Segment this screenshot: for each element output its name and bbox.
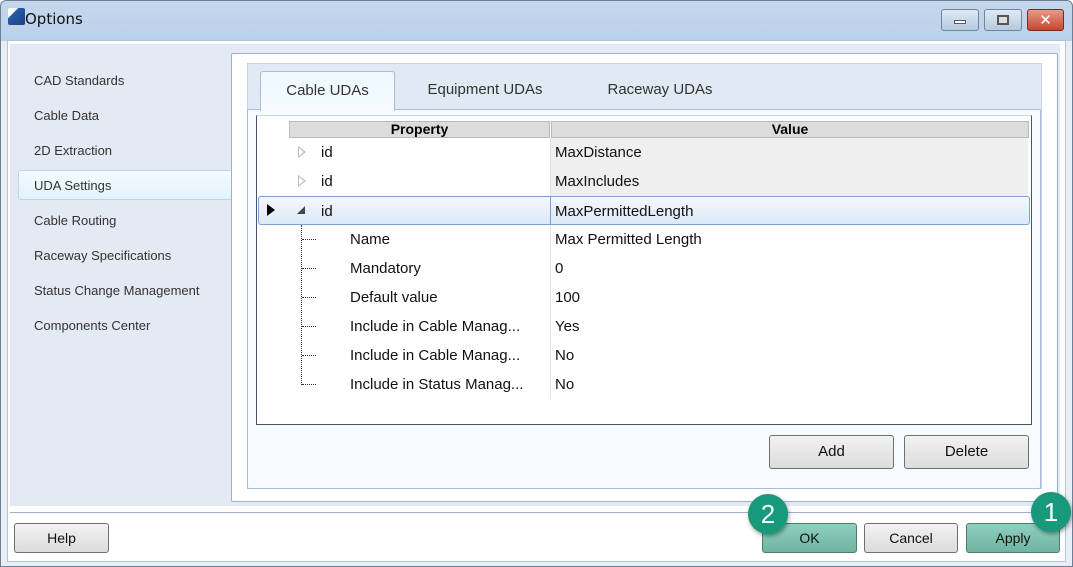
minimize-button[interactable] <box>941 9 979 31</box>
table-row[interactable]: id MaxIncludes <box>258 167 1030 196</box>
minimize-icon <box>954 20 966 24</box>
delete-button[interactable]: Delete <box>904 435 1029 469</box>
child-value: 0 <box>555 260 564 277</box>
sidebar-item-uda-settings[interactable]: UDA Settings <box>34 178 111 193</box>
row-property: id <box>321 203 333 220</box>
table-row-selected[interactable]: id MaxPermittedLength <box>258 196 1030 225</box>
row-value: MaxPermittedLength <box>555 203 694 220</box>
sidebar-item-cad-standards[interactable]: CAD Standards <box>34 73 124 88</box>
sidebar-item-components-center[interactable]: Components Center <box>34 318 150 333</box>
current-row-indicator-icon <box>267 204 275 216</box>
child-property: Mandatory <box>350 260 421 277</box>
child-property: Include in Status Manag... <box>350 376 524 393</box>
column-header-property[interactable]: Property <box>289 121 550 138</box>
sidebar-item-cable-data[interactable]: Cable Data <box>34 108 99 123</box>
table-row[interactable]: id MaxDistance <box>258 138 1030 167</box>
expand-icon[interactable] <box>298 146 306 158</box>
child-row[interactable]: Mandatory 0 <box>258 254 1030 283</box>
collapse-icon[interactable] <box>297 206 305 214</box>
step-badge-ok: 2 <box>748 494 788 534</box>
window-title: Options <box>25 10 83 28</box>
child-row[interactable]: Include in Cable Manag... No <box>258 341 1030 370</box>
expand-icon[interactable] <box>298 175 306 187</box>
app-icon <box>8 8 25 25</box>
help-button[interactable]: Help <box>14 523 109 553</box>
divider <box>10 512 1060 513</box>
child-property: Default value <box>350 289 438 306</box>
child-value: Max Permitted Length <box>555 231 702 248</box>
maximize-button[interactable] <box>984 9 1022 31</box>
sidebar-item-2d-extraction[interactable]: 2D Extraction <box>34 143 112 158</box>
tab-raceway-udas[interactable]: Raceway UDAs <box>585 71 735 111</box>
row-property: id <box>321 144 333 161</box>
row-value: MaxDistance <box>555 144 642 161</box>
tab-equipment-udas[interactable]: Equipment UDAs <box>410 71 560 111</box>
child-row[interactable]: Include in Status Manag... No <box>258 370 1030 399</box>
row-property: id <box>321 173 333 190</box>
child-value: No <box>555 347 575 364</box>
child-value: 100 <box>555 289 581 306</box>
sidebar-item-raceway-specifications[interactable]: Raceway Specifications <box>34 248 171 263</box>
child-property: Include in Cable Manag... <box>350 347 521 364</box>
cancel-button[interactable]: Cancel <box>864 523 958 553</box>
child-row[interactable]: Default value 100 <box>258 283 1030 312</box>
close-icon: ✕ <box>1039 11 1052 29</box>
child-value: Yes <box>555 318 580 335</box>
maximize-icon <box>997 15 1009 25</box>
column-header-value[interactable]: Value <box>551 121 1029 138</box>
child-value: No <box>555 376 575 393</box>
child-property: Name <box>350 231 391 248</box>
add-button[interactable]: Add <box>769 435 894 469</box>
child-row[interactable]: Include in Cable Manag... Yes <box>258 312 1030 341</box>
sidebar-item-status-change-management[interactable]: Status Change Management <box>34 283 200 298</box>
tab-cable-udas[interactable]: Cable UDAs <box>260 71 395 111</box>
step-badge-apply: 1 <box>1031 492 1071 532</box>
row-value: MaxIncludes <box>555 173 640 190</box>
sidebar-item-cable-routing[interactable]: Cable Routing <box>34 213 116 228</box>
child-row[interactable]: Name Max Permitted Length <box>258 225 1030 254</box>
child-property: Include in Cable Manag... <box>350 318 521 335</box>
close-button[interactable]: ✕ <box>1027 9 1064 31</box>
